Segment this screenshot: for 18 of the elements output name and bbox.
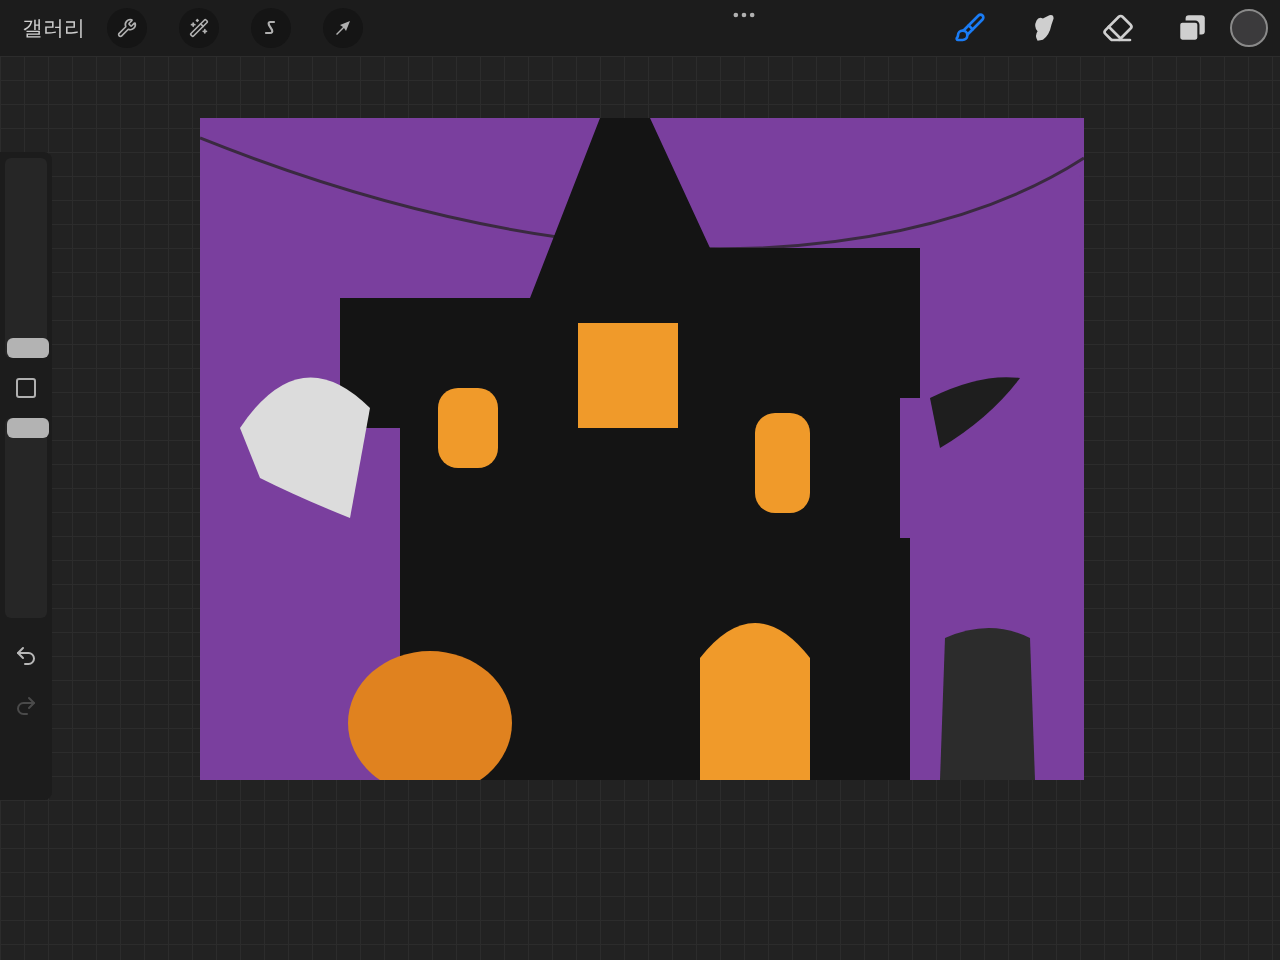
brush-tool[interactable] bbox=[954, 12, 986, 44]
undo-button[interactable] bbox=[14, 644, 38, 668]
brush-icon bbox=[954, 12, 986, 44]
eraser-tool[interactable] bbox=[1102, 12, 1134, 44]
square-icon[interactable] bbox=[14, 376, 38, 400]
magic-wand-icon bbox=[189, 18, 209, 38]
brush-size-slider[interactable] bbox=[5, 158, 47, 358]
wrench-button[interactable] bbox=[107, 8, 147, 48]
slider-thumb[interactable] bbox=[7, 418, 49, 438]
transform-button[interactable] bbox=[323, 8, 363, 48]
eraser-icon bbox=[1102, 12, 1134, 44]
wrench-icon bbox=[117, 18, 137, 38]
color-swatch[interactable] bbox=[1230, 9, 1268, 47]
slider-thumb[interactable] bbox=[7, 338, 49, 358]
gallery-button[interactable]: 갤러리 bbox=[22, 12, 85, 44]
wand-button[interactable] bbox=[179, 8, 219, 48]
opacity-slider[interactable] bbox=[5, 418, 47, 618]
selection-button[interactable] bbox=[251, 8, 291, 48]
